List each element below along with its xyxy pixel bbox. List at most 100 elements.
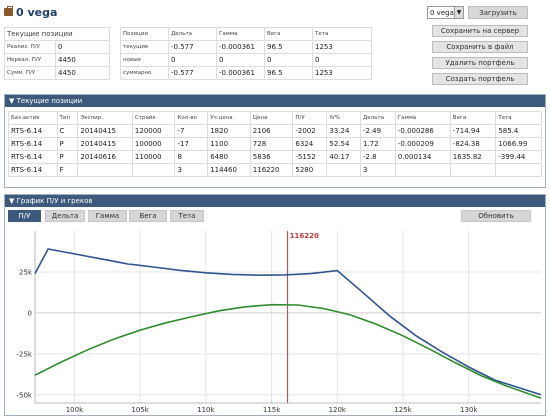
- table-cell: -0.577: [168, 66, 217, 80]
- y-tick-label: -50k: [17, 391, 33, 399]
- table-header-row: Позиции Дельта Гамма Вега Тета: [120, 27, 372, 41]
- table-row: Реализ. П/У 0: [4, 40, 110, 54]
- table-cell: RTS-6.14: [8, 124, 58, 138]
- table-cell: -0.577: [168, 40, 217, 54]
- table-header-row: Баз.актив Тип Экспир. Страйк Кол-во Уч.цена Це…: [8, 111, 542, 125]
- table-cell: 6480: [207, 150, 251, 164]
- table-cell: 3: [174, 163, 209, 177]
- x-tick-label: 125k: [394, 406, 412, 414]
- table-cell: 120000: [131, 124, 176, 138]
- table-cell: 1635.82: [449, 150, 497, 164]
- table-cell: 3: [359, 163, 396, 177]
- pnl-value: 0: [55, 40, 110, 54]
- table-cell: [449, 163, 497, 177]
- table-cell: 1.72: [359, 137, 396, 151]
- table-cell: P: [56, 137, 79, 151]
- current-price-label: 116220: [290, 232, 319, 240]
- pnl-table-header: Текущие позиции: [4, 27, 110, 41]
- portfolio-select[interactable]: 0 vega ▼: [427, 6, 464, 19]
- chevron-down-icon[interactable]: ▼: [454, 7, 463, 18]
- row-label: суммарно: [120, 66, 169, 80]
- pnl-label: Сумм. П/У: [4, 66, 56, 80]
- table-cell: -0.000209: [394, 137, 451, 151]
- table-cell: 1820: [207, 124, 251, 138]
- tab-gamma[interactable]: Гамма: [88, 210, 127, 222]
- table-cell: F: [56, 163, 79, 177]
- table-cell: RTS-6.14: [8, 163, 58, 177]
- table-cell: 40.17: [326, 150, 361, 164]
- column-header: Экспир.: [77, 111, 133, 125]
- table-row: Нереал. П/У 4450: [4, 53, 110, 67]
- save-to-server-button[interactable]: Сохранить на сервер: [432, 25, 528, 37]
- table-cell: 1253: [312, 66, 372, 80]
- x-tick-label: 105k: [131, 406, 149, 414]
- table-cell: -0.000361: [216, 66, 265, 80]
- table-row[interactable]: RTS-6.14 F 3 114460 116220 5280 3: [8, 163, 542, 177]
- table-cell: 2106: [249, 124, 294, 138]
- tab-vega[interactable]: Вега: [129, 210, 167, 222]
- table-cell: 96.5: [264, 40, 313, 54]
- table-cell: RTS-6.14: [8, 137, 58, 151]
- table-cell: -399.44: [495, 150, 542, 164]
- table-cell: 1066.99: [495, 137, 542, 151]
- x-tick-label: 120k: [329, 406, 347, 414]
- current-positions-header[interactable]: ▼ Текущие позиции: [5, 95, 545, 107]
- chart-panel-header[interactable]: ▼ График П/У и греков: [5, 195, 545, 207]
- table-row[interactable]: RTS-6.14 P 20140415 100000 -17 1100 728 6324 52.…: [8, 137, 542, 151]
- table-cell: 0.000134: [394, 150, 451, 164]
- table-cell: [394, 163, 451, 177]
- table-cell: C: [56, 124, 79, 138]
- table-row: новые 0 0 0 0: [120, 53, 372, 67]
- x-tick-label: 130k: [460, 406, 478, 414]
- save-to-file-button[interactable]: Сохранить в файл: [432, 41, 528, 53]
- table-cell: 20140616: [77, 150, 133, 164]
- column-header: Кол-во: [174, 111, 209, 125]
- table-cell: [495, 163, 542, 177]
- table-row: текущие -0.577 -0.000361 96.5 1253: [120, 40, 372, 54]
- page-title: 0 vega: [16, 5, 58, 19]
- create-portfolio-button[interactable]: Создать портфель: [432, 73, 528, 85]
- table-cell: 20140415: [77, 137, 133, 151]
- pnl-label: Нереал. П/У: [4, 53, 56, 67]
- table-cell: -2002: [292, 124, 328, 138]
- column-header: Дельта: [359, 111, 396, 125]
- y-tick-label: -25k: [17, 350, 33, 358]
- tab-delta[interactable]: Дельта: [45, 210, 85, 222]
- table-cell: 114460: [207, 163, 251, 177]
- table-row: суммарно -0.577 -0.000361 96.5 1253: [120, 66, 372, 80]
- load-button[interactable]: Загрузить: [468, 6, 528, 19]
- table-cell: -0.000286: [394, 124, 451, 138]
- table-cell: 8: [174, 150, 209, 164]
- table-cell: 33.24: [326, 124, 361, 138]
- table-cell: -17: [174, 137, 209, 151]
- column-header: Тета: [312, 27, 372, 41]
- pnl-table: Текущие позиции Реализ. П/У 0 Нереал. П/У…: [4, 27, 110, 80]
- tab-theta[interactable]: Тета: [170, 210, 204, 222]
- title-bar: 0 vega: [4, 4, 57, 20]
- delete-portfolio-button[interactable]: Удалить портфель: [432, 57, 528, 69]
- tab-pnl[interactable]: П/У: [8, 210, 41, 222]
- pnl-label: Реализ. П/У: [4, 40, 56, 54]
- table-cell: 52.54: [326, 137, 361, 151]
- table-cell: -2.49: [359, 124, 396, 138]
- table-cell: 110000: [131, 150, 176, 164]
- table-cell: 0: [264, 53, 313, 67]
- table-cell: RTS-6.14: [8, 150, 58, 164]
- table-cell: 0: [312, 53, 372, 67]
- column-header: Тета: [495, 111, 542, 125]
- y-tick-label: 0: [28, 309, 32, 317]
- table-row[interactable]: RTS-6.14 P 20140616 110000 8 6480 5836 -5152 40.…: [8, 150, 542, 164]
- table-cell: 116220: [249, 163, 294, 177]
- pnl-value: 4450: [55, 66, 110, 80]
- table-cell: 0: [216, 53, 265, 67]
- table-cell: [326, 163, 361, 177]
- table-row[interactable]: RTS-6.14 C 20140415 120000 -7 1820 2106 -2002 33…: [8, 124, 542, 138]
- table-cell: -7: [174, 124, 209, 138]
- table-cell: 20140415: [77, 124, 133, 138]
- table-cell: 585.4: [495, 124, 542, 138]
- refresh-button[interactable]: Обновить: [461, 210, 531, 222]
- column-header: Вега: [449, 111, 497, 125]
- column-header: Гамма: [394, 111, 451, 125]
- row-label: новые: [120, 53, 169, 67]
- table-cell: [131, 163, 176, 177]
